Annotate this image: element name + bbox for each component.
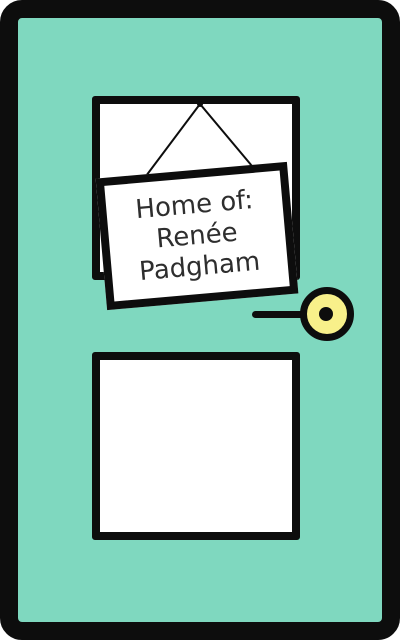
door-knob-center bbox=[319, 307, 333, 321]
name-sign: Home of: Renée Padgham bbox=[95, 161, 299, 311]
door-illustration: Home of: Renée Padgham bbox=[0, 0, 400, 640]
sign-line-3: Padgham bbox=[137, 246, 262, 287]
door-lower-panel bbox=[92, 352, 300, 540]
